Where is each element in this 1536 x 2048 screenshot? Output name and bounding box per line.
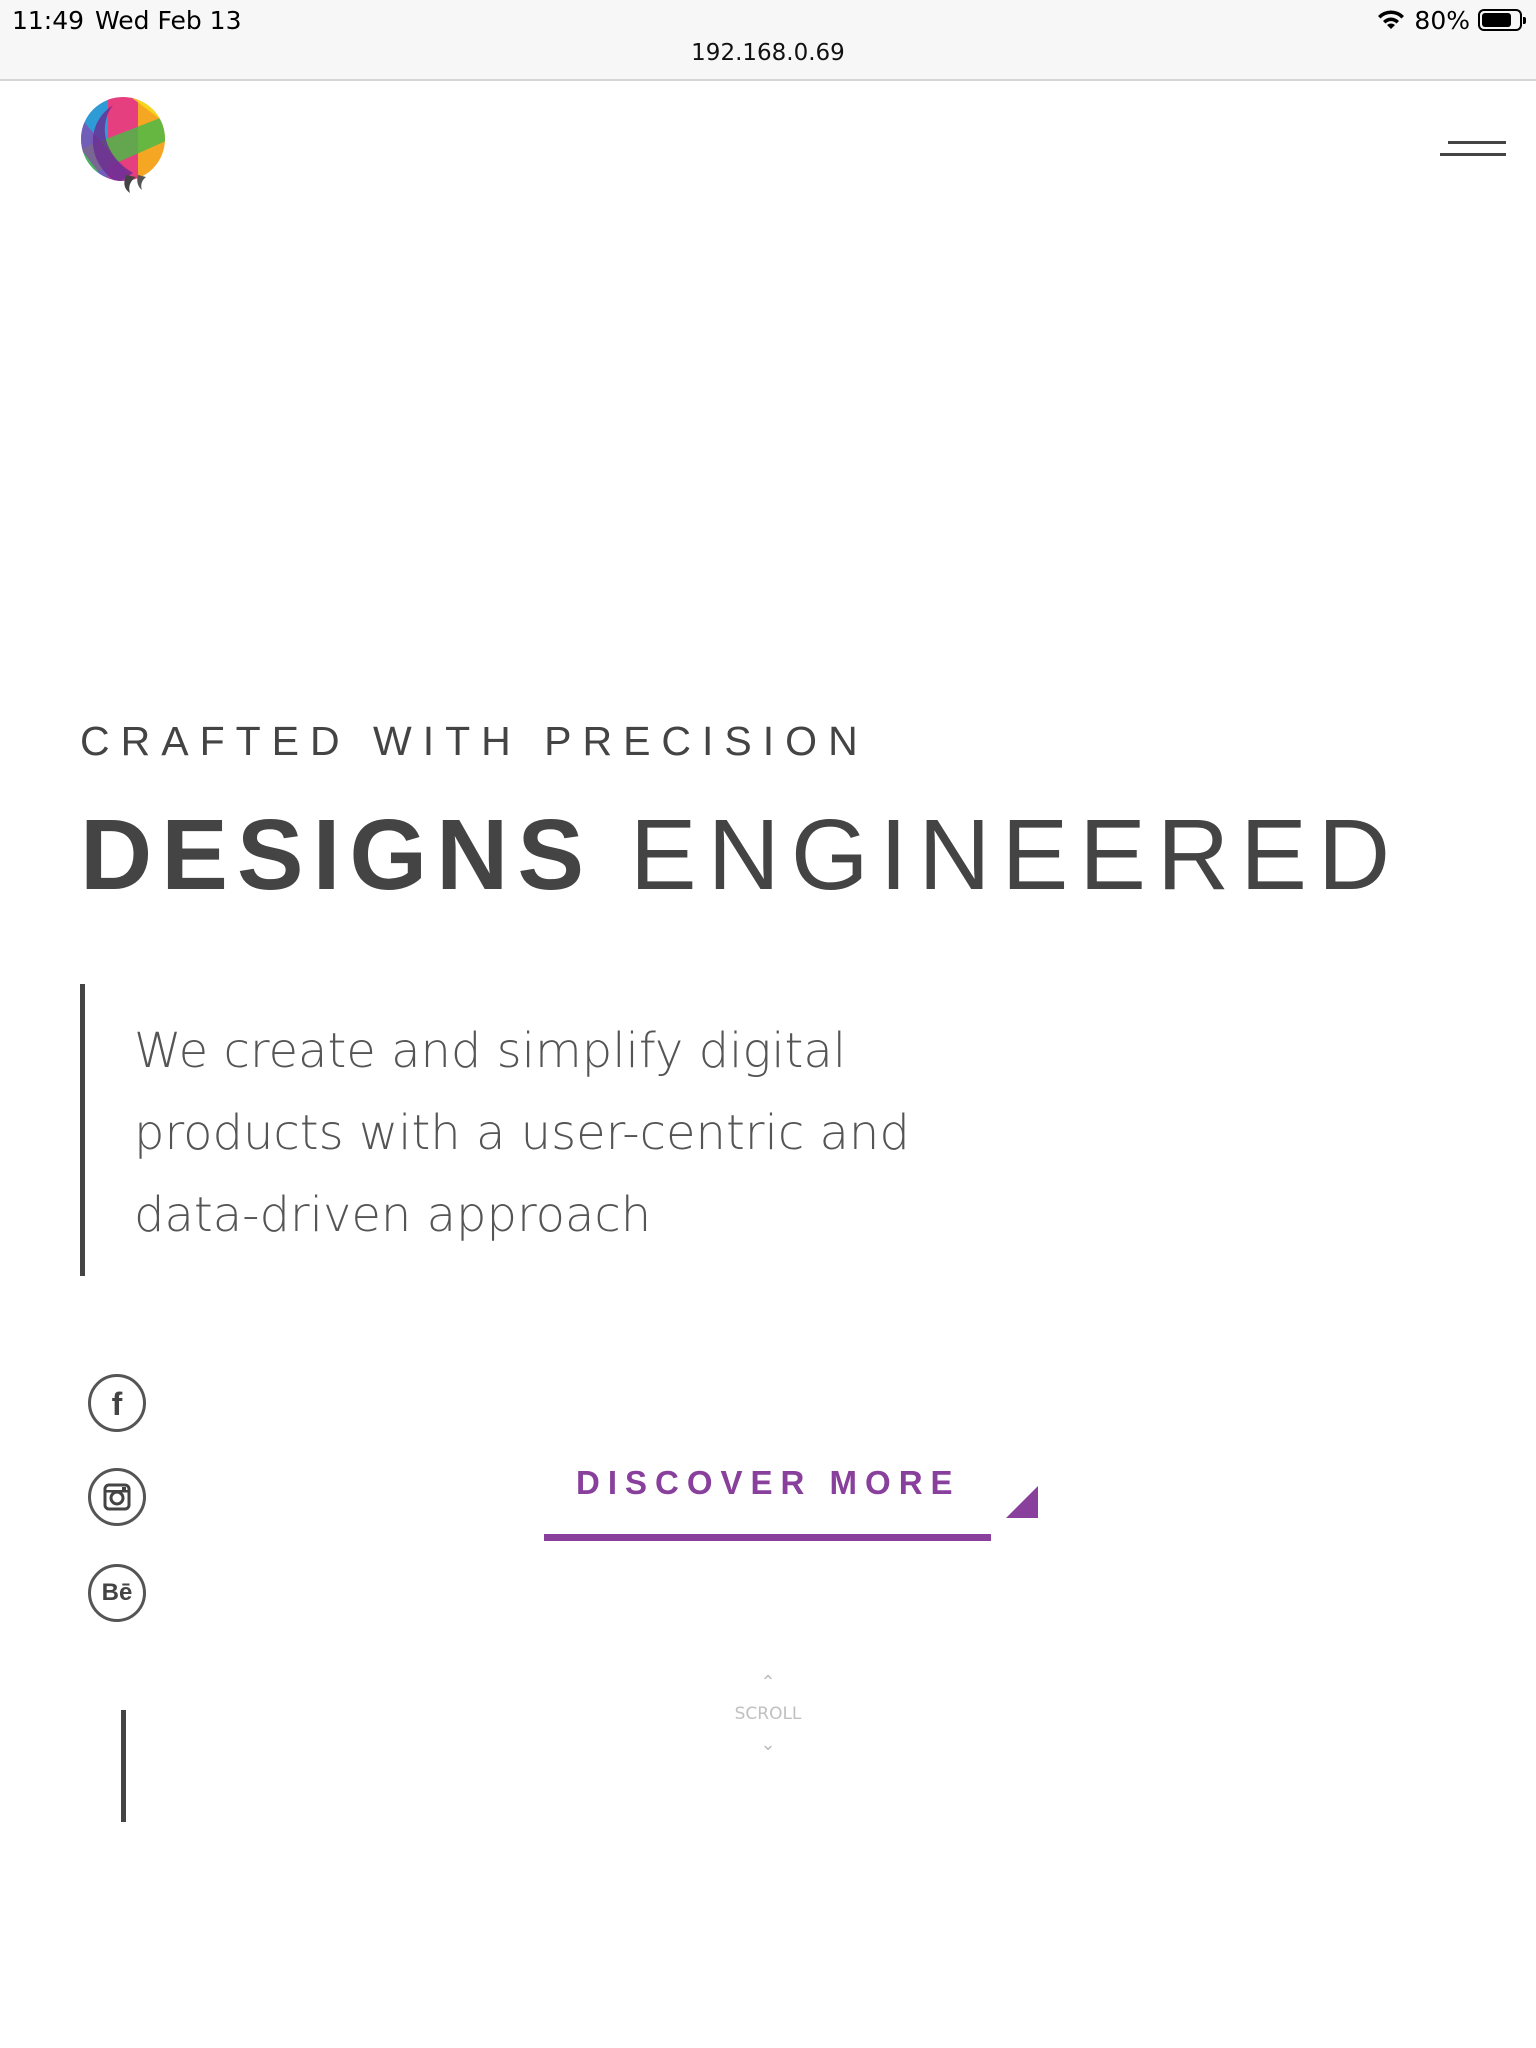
url-bar[interactable]: 192.168.0.69: [0, 40, 1536, 66]
chevron-up-icon: ⌃: [760, 1672, 776, 1693]
battery-icon: [1478, 9, 1526, 31]
quote-line: data-driven approach: [134, 1187, 652, 1243]
headline-bold: DESIGNS: [80, 799, 594, 911]
instagram-icon[interactable]: [88, 1468, 146, 1526]
quote-line: We create and simplify digital: [134, 1023, 847, 1079]
status-right: 80%: [1376, 5, 1526, 35]
battery-percent: 80%: [1414, 5, 1470, 35]
behance-glyph: Bē: [101, 1579, 133, 1606]
headline-light: ENGINEERED: [629, 799, 1402, 911]
menu-line-top: [1448, 141, 1506, 144]
scroll-label: SCROLL: [734, 1704, 802, 1724]
instagram-glyph: [103, 1483, 131, 1511]
status-date: Wed Feb 13: [95, 6, 242, 35]
rainbow-balloon-logo[interactable]: [78, 95, 168, 195]
hero-quote: We create and simplify digital products …: [134, 1010, 934, 1256]
scroll-indicator[interactable]: ⌃ SCROLL ⌄: [700, 1672, 836, 1756]
wifi-icon: [1378, 10, 1405, 29]
facebook-icon[interactable]: f: [88, 1374, 146, 1432]
status-time: 11:49: [12, 6, 85, 35]
discover-more-underline: [544, 1534, 991, 1541]
hero-eyebrow: CRAFTED WITH PRECISION: [80, 718, 869, 764]
hero-headline: DESIGNS ENGINEERED: [80, 795, 1401, 915]
battery-fill: [1482, 13, 1511, 27]
quote-line: products with a user-centric and: [134, 1105, 910, 1161]
discover-more-button[interactable]: DISCOVER MORE: [544, 1450, 1044, 1541]
hamburger-menu-icon[interactable]: [1436, 138, 1506, 162]
facebook-glyph: f: [111, 1386, 123, 1422]
chevron-down-icon: ⌄: [760, 1734, 776, 1755]
side-decorative-line: [121, 1710, 126, 1822]
discover-more-corner-triangle: [1006, 1486, 1038, 1518]
browser-chrome: 11:49 Wed Feb 13 80% 192.168.0.69: [0, 0, 1536, 81]
behance-icon[interactable]: Bē: [88, 1564, 146, 1622]
discover-more-label: DISCOVER MORE: [576, 1464, 961, 1501]
quote-accent-bar: [80, 984, 85, 1276]
menu-line-bottom: [1440, 153, 1506, 156]
